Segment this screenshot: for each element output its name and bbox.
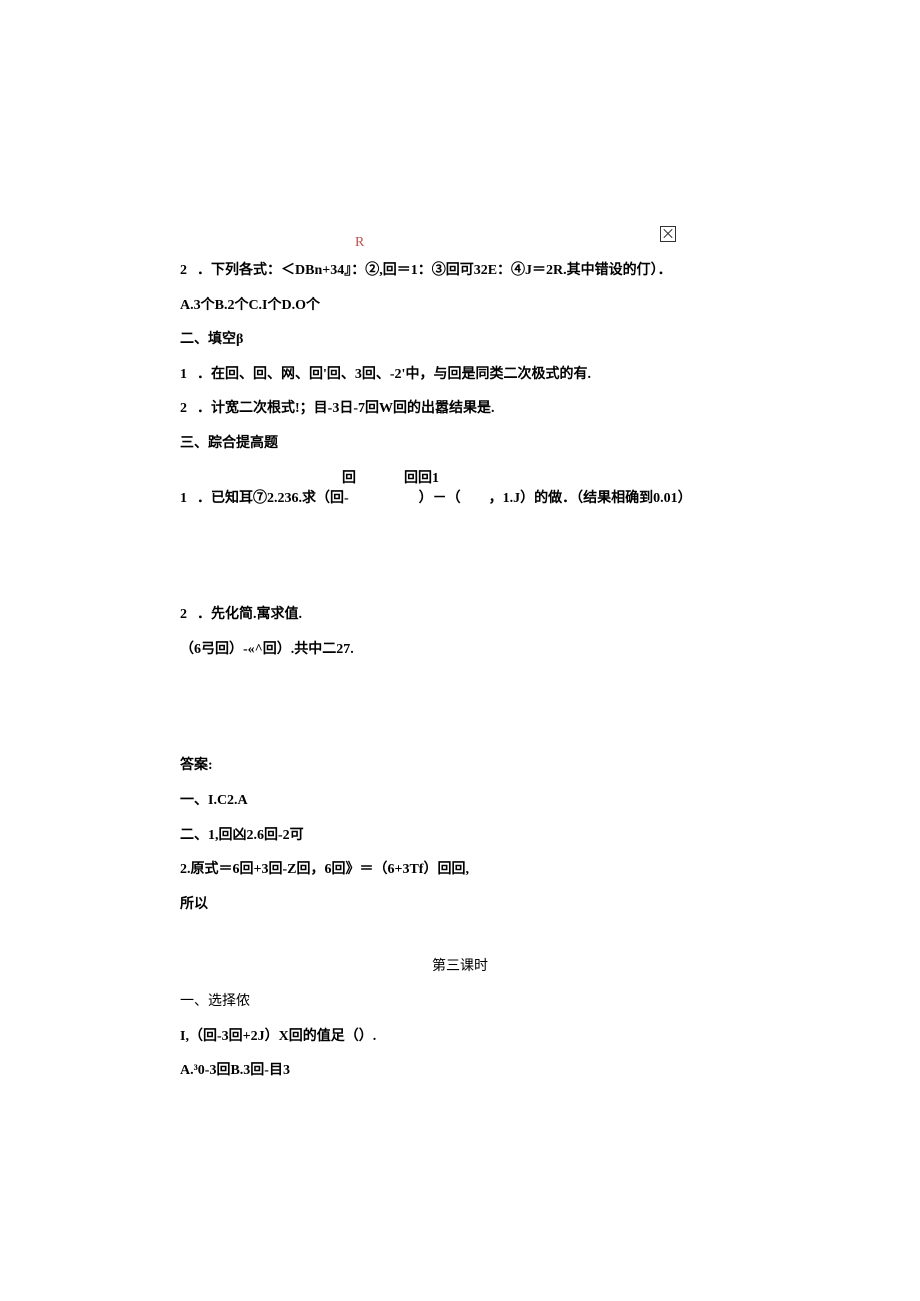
question-text: ．先化简.寓求值. xyxy=(197,607,302,622)
question-text: ．在回、回、网、回'回、3回、-2'中，与回是同类二次极式的有. xyxy=(197,367,591,382)
problem-1: 1 ．已知耳⑦2.236.求（回- ）－（ ，1.J）的做．（结果相确到0.01） xyxy=(180,486,740,513)
answer-line-4: 所以 xyxy=(180,892,740,919)
lesson-3-heading: 第三课时 xyxy=(180,954,740,981)
choice-q1: I,（回-3回+2J）X回的值足（）. xyxy=(180,1024,740,1051)
float-text-b: 回回1 xyxy=(404,466,439,493)
glyph-r: R xyxy=(355,230,364,257)
box-x-icon xyxy=(660,226,676,242)
document-page: R 2 ．下列各式：＜DBn+34』：②,回＝1：③回可32E：④J＝2R.其中错… xyxy=(180,230,740,1093)
question-number: 1 xyxy=(180,491,187,506)
section-comprehensive-title: 三、踪合提高题 xyxy=(180,431,740,458)
question-2-choices: A.3个B.2个C.I个D.O个 xyxy=(180,293,740,320)
float-text-a: 回 xyxy=(342,466,356,493)
top-marker-row: R xyxy=(180,230,740,250)
question-number: 2 xyxy=(180,263,187,278)
answers-title: 答案: xyxy=(180,753,740,780)
problem-1-float: 回 回回1 xyxy=(180,466,740,484)
fill-blank-2: 2 ．计宽二次根式!；目-3日-7回W回的出嚣结果是. xyxy=(180,396,740,423)
question-2-statement: 2 ．下列各式：＜DBn+34』：②,回＝1：③回可32E：④J＝2R.其中错设的… xyxy=(180,258,740,285)
problem-2-expression: （6弓回）-«^回）.共中二27. xyxy=(180,637,740,664)
question-number: 2 xyxy=(180,401,187,416)
question-number: 2 xyxy=(180,607,187,622)
choice-q1-options: A.³0-3回B.3回-目3 xyxy=(180,1058,740,1085)
question-text: ．下列各式：＜DBn+34』：②,回＝1：③回可32E：④J＝2R.其中错设的仃… xyxy=(197,263,672,278)
answer-line-2: 二、1,回凶2.6回-2可 xyxy=(180,823,740,850)
question-text: ．计宽二次根式!；目-3日-7回W回的出嚣结果是. xyxy=(197,401,495,416)
fill-blank-1: 1 ．在回、回、网、回'回、3回、-2'中，与回是同类二次极式的有. xyxy=(180,362,740,389)
section-choice-title: 一、选择侬 xyxy=(180,989,740,1016)
answer-line-3: 2.原式＝6回+3回-Z回，6回》＝（6+3Tf）回回, xyxy=(180,857,740,884)
question-number: 1 xyxy=(180,367,187,382)
problem-2: 2 ．先化简.寓求值. xyxy=(180,602,740,629)
question-text: ．已知耳⑦2.236.求（回- ）－（ ，1.J）的做．（结果相确到0.01） xyxy=(197,491,692,506)
answer-line-1: 一、I.C2.A xyxy=(180,788,740,815)
section-fill-title: 二、填空β xyxy=(180,327,740,354)
